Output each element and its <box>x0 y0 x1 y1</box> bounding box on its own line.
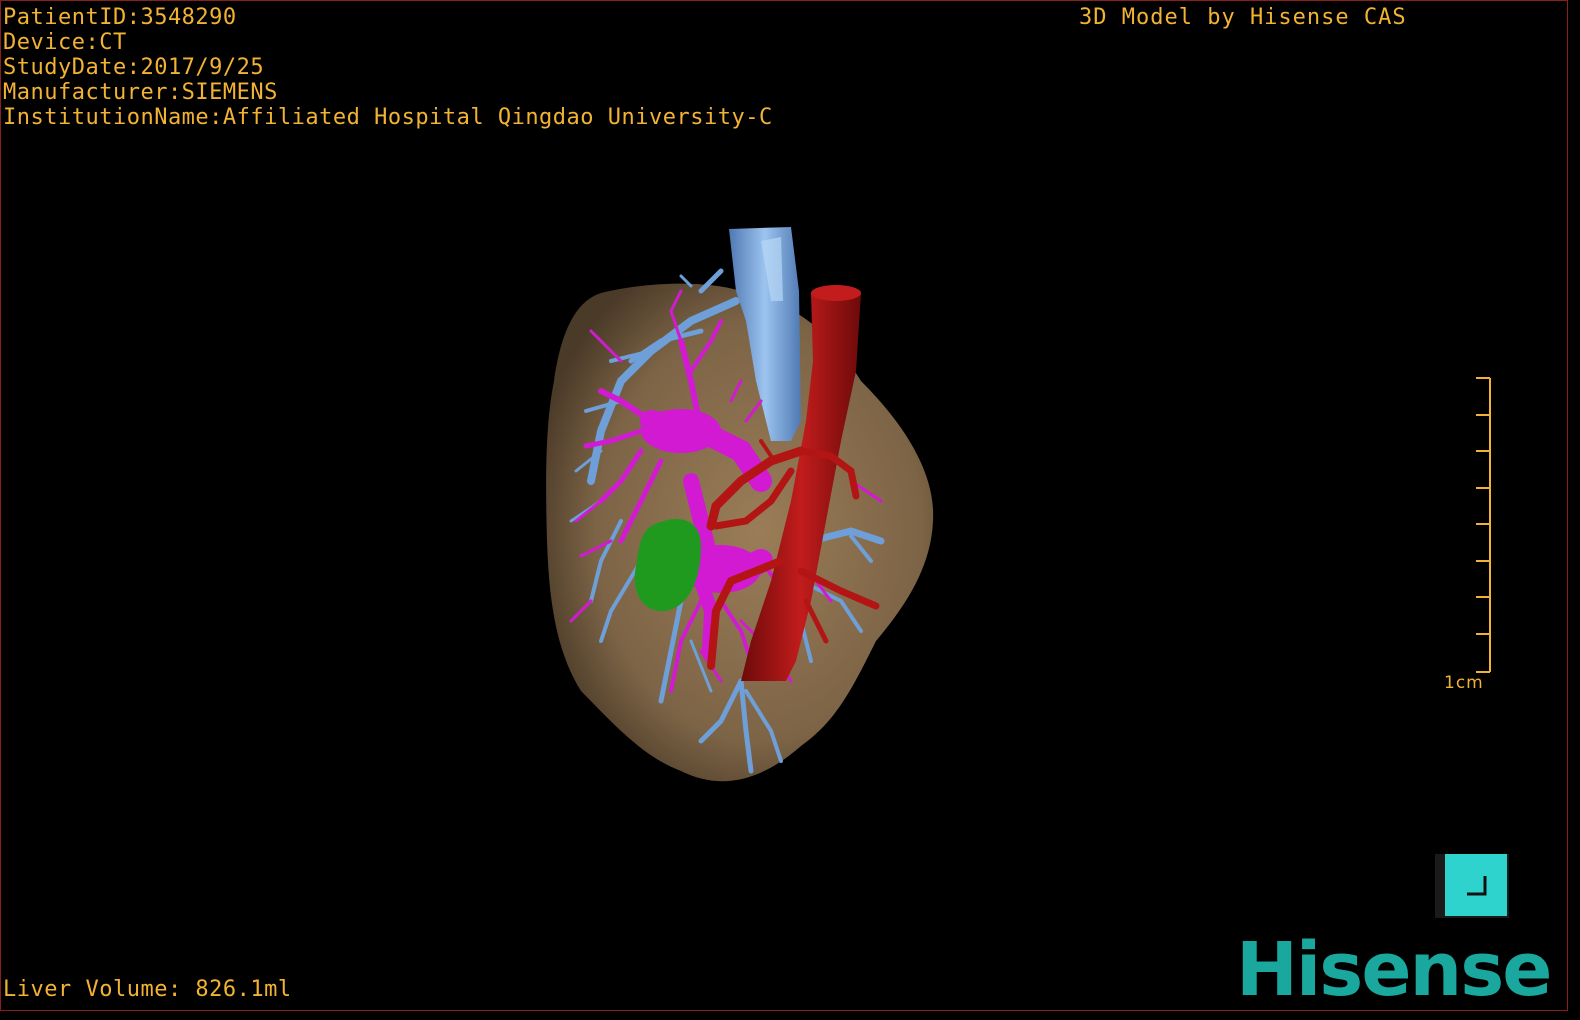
reset-view-button[interactable] <box>1435 854 1509 918</box>
manufacturer-text: Manufacturer:SIEMENS <box>3 80 278 105</box>
model-credit-text: 3D Model by Hisense CAS <box>1079 5 1407 30</box>
device-text: Device:CT <box>3 30 127 55</box>
study-date-text: StudyDate:2017/9/25 <box>3 55 265 80</box>
institution-text: InstitutionName:Affiliated Hospital Qing… <box>3 105 773 130</box>
reset-view-icon <box>1467 876 1487 896</box>
3d-viewport[interactable]: PatientID:3548290 Device:CT StudyDate:20… <box>0 0 1568 1011</box>
liver-3d-model[interactable] <box>1 1 1569 1012</box>
hisense-logo: Hisense <box>1236 927 1552 1013</box>
liver-parenchyma <box>546 283 934 782</box>
scale-bar <box>1476 377 1491 673</box>
liver-volume-text: Liver Volume: 826.1ml <box>3 977 292 1002</box>
scale-label: 1cm <box>1444 673 1484 693</box>
patient-id-text: PatientID:3548290 <box>3 5 237 30</box>
